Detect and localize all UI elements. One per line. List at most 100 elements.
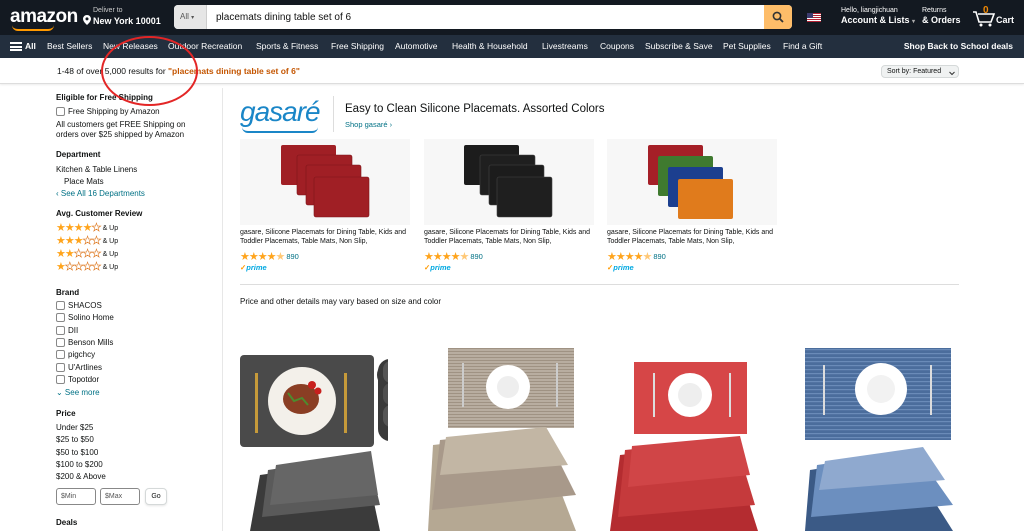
nav-health-household[interactable]: Health & Household	[452, 41, 528, 51]
prime-badge: ✓prime	[424, 263, 451, 272]
results-bar: 1-48 of over 5,000 results for "placemat…	[0, 58, 1024, 84]
checkbox[interactable]	[56, 301, 65, 310]
deliver-location: New York 10001	[93, 16, 161, 26]
search-icon	[772, 11, 784, 23]
review-filter-4[interactable]: ★★★★★ & Up	[56, 222, 119, 234]
nav-find-a-gift[interactable]: Find a Gift	[783, 41, 822, 51]
nav-best-sellers[interactable]: Best Sellers	[47, 41, 92, 51]
product-image[interactable]	[424, 139, 594, 225]
product-rating[interactable]: ★★★★★ 890	[607, 250, 666, 263]
checkbox[interactable]	[56, 375, 65, 384]
brand-label: pigchcy	[68, 350, 96, 359]
nav-automotive[interactable]: Automotive	[395, 41, 438, 51]
brand-option[interactable]: pigchcy	[56, 350, 95, 360]
review-filter-3[interactable]: ★★★★★ & Up	[56, 235, 118, 247]
sort-value: Featured	[913, 68, 942, 75]
deals-heading: Deals	[56, 518, 78, 527]
product-title[interactable]: gasare, Silicone Placemats for Dining Ta…	[607, 228, 782, 246]
section-divider	[240, 284, 959, 285]
review-count: 890	[653, 252, 666, 261]
brand-option[interactable]: Benson Mills	[56, 338, 113, 348]
nav-promo-back-to-school[interactable]: Shop Back to School deals	[904, 41, 1013, 51]
product-image[interactable]	[240, 139, 410, 225]
brand-see-more-link[interactable]: ⌄ See more	[56, 388, 100, 398]
price-option[interactable]: $200 & Above	[56, 472, 106, 482]
department-kitchen-table-linens[interactable]: Kitchen & Table Linens	[56, 165, 137, 175]
returns-label: Returns	[922, 7, 947, 14]
brand-option[interactable]: Topotdor	[56, 375, 99, 385]
search-category-select[interactable]: All ▾	[174, 5, 207, 29]
results-summary: 1-48 of over 5,000 results for "placemat…	[57, 66, 300, 76]
nav-free-shipping[interactable]: Free Shipping	[331, 41, 384, 51]
nav-sports-fitness[interactable]: Sports & Fitness	[256, 41, 318, 51]
sort-label: Sort by:	[887, 68, 912, 75]
price-max-input[interactable]: $Max	[100, 488, 140, 505]
nav-subscribe-save[interactable]: Subscribe & Save	[645, 41, 713, 51]
search-button[interactable]	[764, 5, 792, 29]
nav-new-releases[interactable]: New Releases	[103, 41, 158, 51]
gasare-brand-logo[interactable]: gasaré	[240, 96, 322, 136]
checkbox[interactable]	[56, 313, 65, 322]
account-lists[interactable]: Hello, liangjichuan Account & Lists ▾	[841, 7, 915, 25]
sponsored-headline[interactable]: Easy to Clean Silicone Placemats. Assort…	[345, 103, 605, 115]
rating-stars-icon: ★★★★★	[607, 251, 652, 263]
review-count: 890	[470, 252, 483, 261]
cart-label: Cart	[996, 15, 1015, 25]
free-shipping-option-label: Free Shipping by Amazon	[68, 107, 160, 116]
brand-option[interactable]: Solino Home	[56, 313, 114, 323]
price-go-button[interactable]: Go	[145, 488, 167, 505]
brand-option[interactable]: U'Artlines	[56, 363, 102, 373]
caret-down-icon: ▾	[912, 19, 916, 25]
price-option[interactable]: $50 to $100	[56, 448, 98, 458]
menu-icon[interactable]	[10, 42, 22, 51]
see-all-departments-link[interactable]: ‹ See All 16 Departments	[56, 189, 145, 199]
review-filter-1[interactable]: ★★★★★ & Up	[56, 261, 118, 273]
free-shipping-option[interactable]: Free Shipping by Amazon	[56, 107, 160, 117]
checkbox[interactable]	[56, 326, 65, 335]
nav-outdoor-recreation[interactable]: Outdoor Recreation	[168, 41, 242, 51]
nav-pet-supplies[interactable]: Pet Supplies	[723, 41, 771, 51]
price-option[interactable]: Under $25	[56, 423, 93, 433]
price-option[interactable]: $25 to $50	[56, 435, 94, 445]
review-suffix: & Up	[102, 225, 119, 232]
checkbox[interactable]	[56, 363, 65, 372]
product-image[interactable]	[428, 345, 576, 531]
product-title[interactable]: gasare, Silicone Placemats for Dining Ta…	[240, 228, 415, 246]
top-nav: amazon Deliver to New York 10001 All ▾ H…	[0, 0, 1024, 35]
nav-coupons[interactable]: Coupons	[600, 41, 634, 51]
checkbox[interactable]	[56, 338, 65, 347]
product-title[interactable]: gasare, Silicone Placemats for Dining Ta…	[424, 228, 599, 246]
sort-dropdown[interactable]: Sort by: Featured	[881, 65, 959, 78]
nav-all[interactable]: All	[25, 41, 36, 51]
brand-logo-text: gasaré	[240, 96, 321, 127]
product-image[interactable]	[607, 139, 777, 225]
brand-option[interactable]: DII	[56, 326, 78, 336]
brand-label: Benson Mills	[68, 338, 114, 347]
brand-heading: Brand	[56, 288, 80, 297]
product-rating[interactable]: ★★★★★ 890	[424, 250, 483, 263]
price-option[interactable]: $100 to $200	[56, 460, 103, 470]
product-image[interactable]	[610, 345, 758, 531]
brand-label: SHACOS	[68, 301, 102, 310]
brand-label: U'Artlines	[68, 363, 102, 372]
us-flag-icon[interactable]	[807, 13, 821, 22]
product-image[interactable]	[805, 345, 953, 531]
checkbox[interactable]	[56, 350, 65, 359]
caret-down-icon: ▾	[191, 15, 195, 21]
free-shipping-heading: Eligible for Free Shipping	[56, 93, 153, 102]
shop-brand-link[interactable]: Shop gasaré ›	[345, 120, 392, 129]
product-image[interactable]	[240, 345, 388, 531]
checkbox[interactable]	[56, 107, 65, 116]
review-suffix: & Up	[102, 251, 119, 258]
search-bar: All ▾	[174, 5, 792, 29]
search-input[interactable]	[208, 5, 764, 29]
price-min-input[interactable]: $Min	[56, 488, 96, 505]
nav-livestreams[interactable]: Livestreams	[542, 41, 588, 51]
product-rating[interactable]: ★★★★★ 890	[240, 250, 299, 263]
sub-nav: All Best Sellers New Releases Outdoor Re…	[0, 35, 1024, 58]
review-filter-2[interactable]: ★★★★★ & Up	[56, 248, 119, 260]
department-place-mats[interactable]: Place Mats	[64, 177, 104, 187]
cart[interactable]: 0 Cart	[972, 5, 1018, 29]
brand-option[interactable]: SHACOS	[56, 301, 102, 311]
returns-orders[interactable]: Returns & Orders	[922, 7, 961, 25]
